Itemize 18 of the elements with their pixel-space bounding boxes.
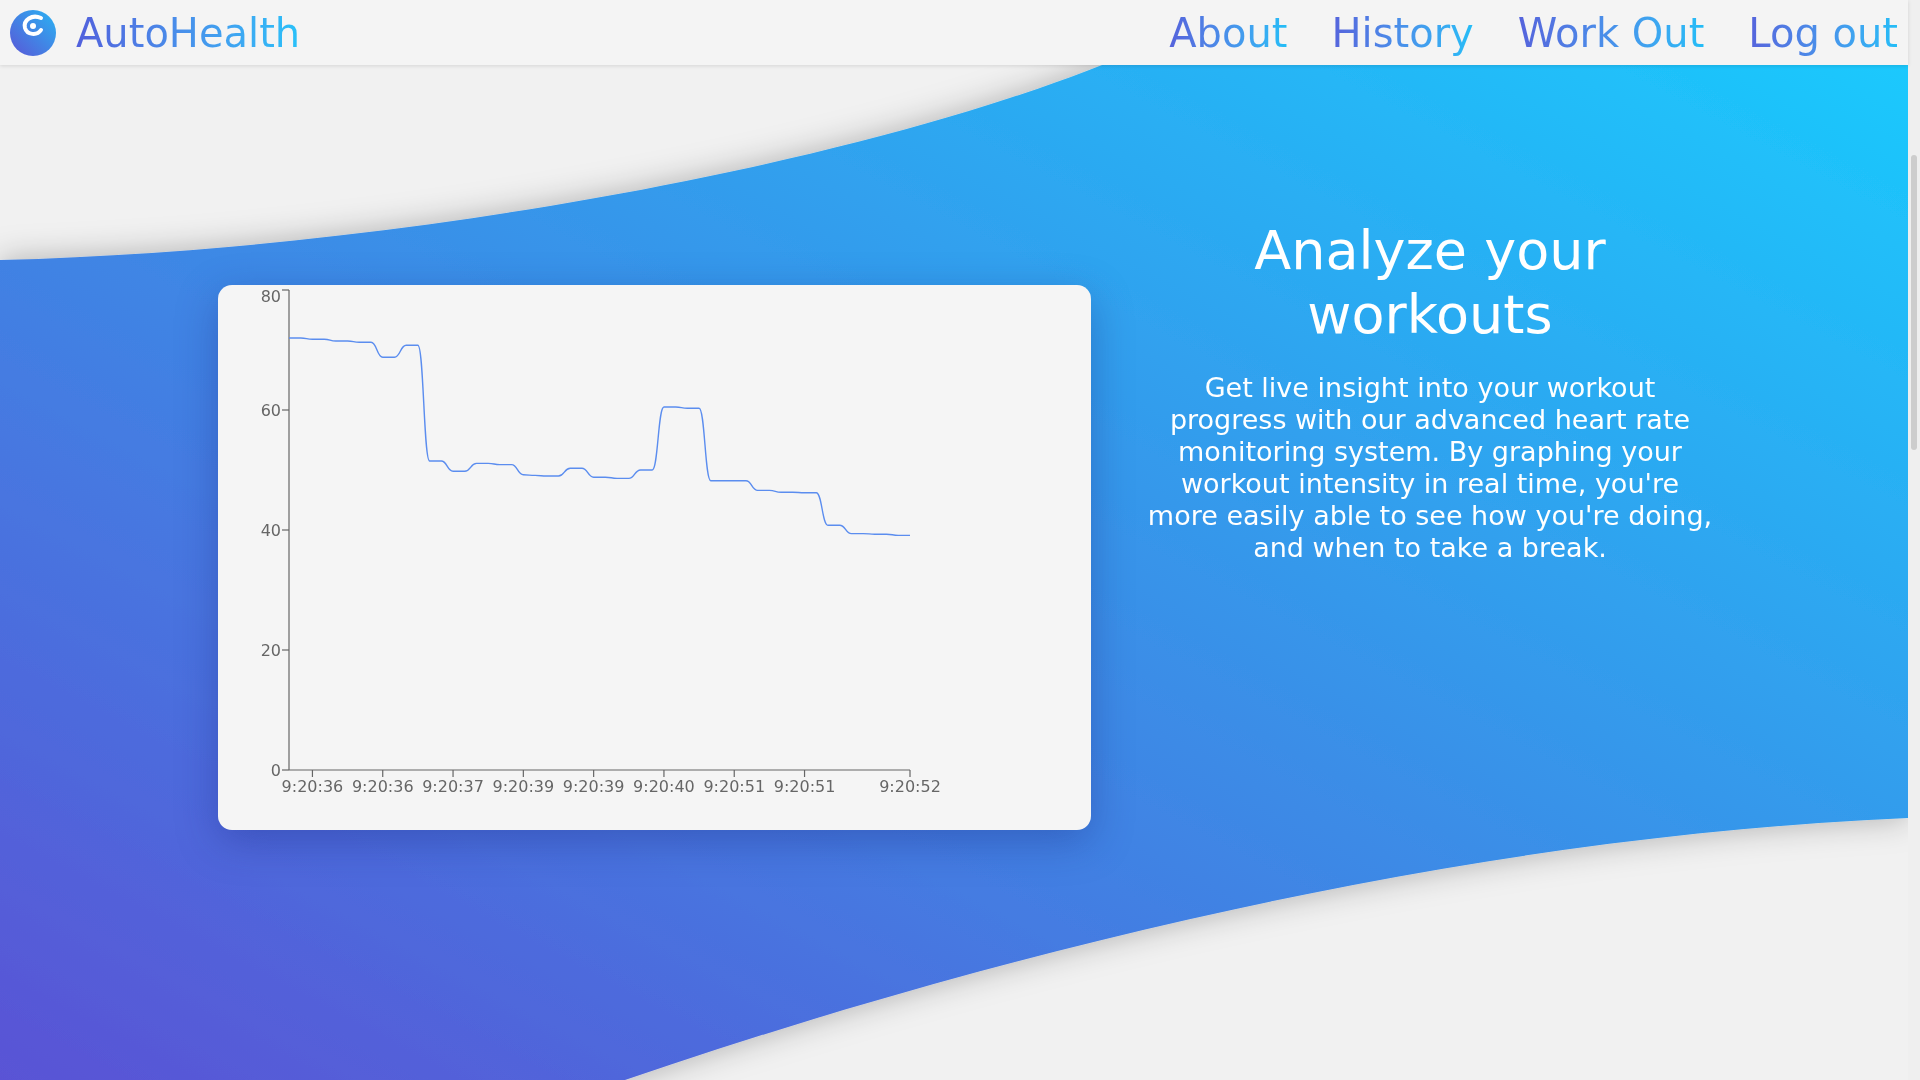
x-tick-label: 9:20:37 [422,777,484,796]
x-tick-label: 9:20:39 [492,777,555,796]
hero-title: Analyze your workouts [1254,219,1606,347]
x-tick-label: 9:20:36 [351,777,414,796]
x-tick-label: 9:20:51 [703,777,766,796]
x-tick-label: 9:20:39 [562,777,625,796]
y-tick-label: 40 [260,521,281,540]
scrollbar-thumb[interactable] [1911,155,1917,450]
y-tick-label: 80 [260,287,281,306]
logo-icon [10,9,56,56]
y-tick-label: 60 [260,401,281,420]
x-tick-label: 9:20:51 [773,777,836,796]
x-tick-label: 9:20:40 [633,777,695,796]
x-tick-label: 9:20:52 [879,777,941,796]
x-tick-label: 9:20:36 [281,777,344,796]
y-tick-label: 0 [270,761,281,780]
hero-description: Get live insight into your workout progress with our advanced heart rate monitoring system. By graphing your workout intensity in real time, you're more easily able to see how you're doing, and when to take a break. [1147,372,1713,564]
y-tick-label: 20 [260,641,281,660]
